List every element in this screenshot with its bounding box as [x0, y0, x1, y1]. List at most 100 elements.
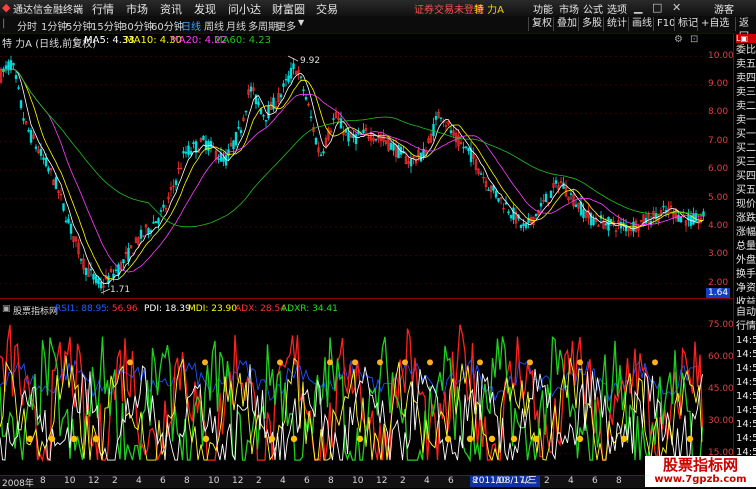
period-monthly[interactable]: 月线 [226, 18, 246, 33]
quote-field-label: 现价 [736, 199, 756, 210]
tool-multi-stock[interactable]: 多股 [578, 17, 605, 31]
month-tick-label: 4 [424, 476, 430, 486]
signal-marker [377, 359, 383, 366]
month-tick-label: 4 [280, 476, 286, 486]
candle-body [84, 267, 88, 276]
tool-drawing[interactable]: 画线 [628, 17, 655, 31]
candle-body [29, 129, 33, 143]
candle-body [162, 204, 165, 208]
watermark: 股票指标网 www.7gpzb.com [645, 456, 756, 487]
candle-body [302, 89, 305, 92]
candle-body [694, 213, 698, 222]
tick-time-label: 14:5 [736, 377, 756, 388]
maximize-icon[interactable]: □ [652, 1, 662, 14]
bottom-signal-marker [202, 435, 210, 443]
time-axis: 2008年 2011/08/17/三 8 10 12 2 4 6 8 10 12 2 4 6 8 10 12… [0, 475, 756, 489]
guest-label[interactable]: 游客 [714, 1, 734, 16]
candle-body [114, 269, 118, 271]
month-tick-label: 12 [520, 476, 532, 486]
candle-body [497, 198, 500, 202]
bottom-signal-marker [356, 435, 364, 443]
tick-time-label: 14:5 [736, 433, 756, 444]
tool-overlay[interactable]: 叠加 [553, 17, 580, 31]
candle-body [64, 220, 68, 223]
menu-trade[interactable]: 交易 [316, 1, 338, 17]
menu-news[interactable]: 资讯 [160, 1, 182, 17]
candle-body [139, 229, 143, 239]
month-tick-label: 2 [112, 476, 118, 486]
candle-body [237, 126, 240, 129]
tool-add-favorite[interactable]: +自选 [697, 17, 732, 31]
candle-body [217, 158, 220, 160]
period-daily[interactable]: 日线 [181, 18, 201, 33]
candle-body [432, 123, 435, 137]
period-multi[interactable]: 多周期 [248, 18, 278, 33]
tick-time-label: 自动 [736, 307, 756, 318]
menu-market2[interactable]: 市场 [559, 1, 579, 16]
candle-body [244, 110, 248, 113]
title-bar: ◆ 通达信金融终端 行情 市场 资讯 发现 问小达 财富圈 交易 证券交易未登录… [0, 0, 756, 17]
moving-averages [0, 68, 704, 285]
price-tick-label: 4.00 [708, 220, 729, 231]
candle-body [507, 211, 510, 214]
tool-stats[interactable]: 统计 [603, 17, 630, 31]
bottom-signal-marker [444, 435, 452, 443]
candle-body [479, 173, 483, 175]
app-logo-icon: ◆ [2, 1, 11, 14]
candle-body [554, 180, 558, 184]
candle-body [99, 282, 103, 289]
menu-market[interactable]: 市场 [126, 1, 148, 17]
period-1min[interactable]: 1分钟 [41, 18, 67, 33]
period-intraday[interactable]: 分时 [17, 18, 37, 33]
year-label: 2008年 [2, 479, 34, 489]
menu-function[interactable]: 功能 [533, 1, 553, 16]
menu-formula[interactable]: 公式 [583, 1, 603, 16]
candle-body [159, 210, 163, 212]
signal-marker [402, 359, 408, 366]
tool-adjust[interactable]: 复权 [528, 17, 555, 31]
menu-ask[interactable]: 问小达 [228, 1, 261, 17]
ma60-line [0, 68, 704, 228]
period-60min[interactable]: 60分钟 [151, 18, 184, 33]
period-weekly[interactable]: 周线 [204, 18, 224, 33]
app-title: 通达信金融终端 [13, 5, 83, 16]
candles [0, 55, 705, 295]
kline-chart[interactable]: 9.92 1.71 [0, 48, 706, 298]
price-grid [0, 56, 706, 285]
dropdown-icon[interactable]: ▼ [298, 18, 304, 27]
month-tick-label: 8 [616, 476, 622, 486]
month-tick-label: 12 [88, 476, 100, 486]
tool-back[interactable]: 返回 [735, 17, 756, 43]
menu-quotes[interactable]: 行情 [92, 1, 114, 17]
panel-close-icon[interactable]: ⊡ [690, 34, 698, 45]
candle-body [204, 140, 208, 150]
candle-body [54, 177, 58, 189]
quote-field-label: 卖五 [736, 59, 756, 70]
candle-body [194, 141, 198, 153]
collapse-icon[interactable]: L▣ [736, 34, 756, 43]
period-30min[interactable]: 30分钟 [121, 18, 154, 33]
candle-body [494, 190, 498, 198]
candle-body [262, 115, 265, 117]
expand-icon[interactable]: ◇ [73, 35, 79, 44]
quote-field-label: 卖二 [736, 101, 756, 112]
menu-wealth[interactable]: 财富圈 [272, 1, 305, 17]
period-5min[interactable]: 5分钟 [66, 18, 92, 33]
candle-body [462, 146, 465, 149]
settings-icon[interactable]: ⚙ [674, 34, 683, 45]
candle-body [279, 94, 283, 98]
period-more[interactable]: 更多 [276, 18, 296, 33]
month-tick-label: 12 [232, 476, 244, 486]
minimize-icon[interactable]: ▁ [634, 1, 642, 14]
menu-options[interactable]: 选项 [607, 1, 627, 16]
menu-discover[interactable]: 发现 [194, 1, 216, 17]
month-tick-label: 8 [184, 476, 190, 486]
candle-body [202, 135, 205, 141]
candle-body [282, 83, 285, 87]
close-icon[interactable]: ✕ [672, 1, 681, 14]
bottom-signal-marker [488, 435, 496, 443]
signal-marker [327, 359, 333, 366]
candle-body [292, 63, 295, 69]
period-15min[interactable]: 15分钟 [91, 18, 124, 33]
indicator-chart[interactable] [0, 305, 706, 475]
